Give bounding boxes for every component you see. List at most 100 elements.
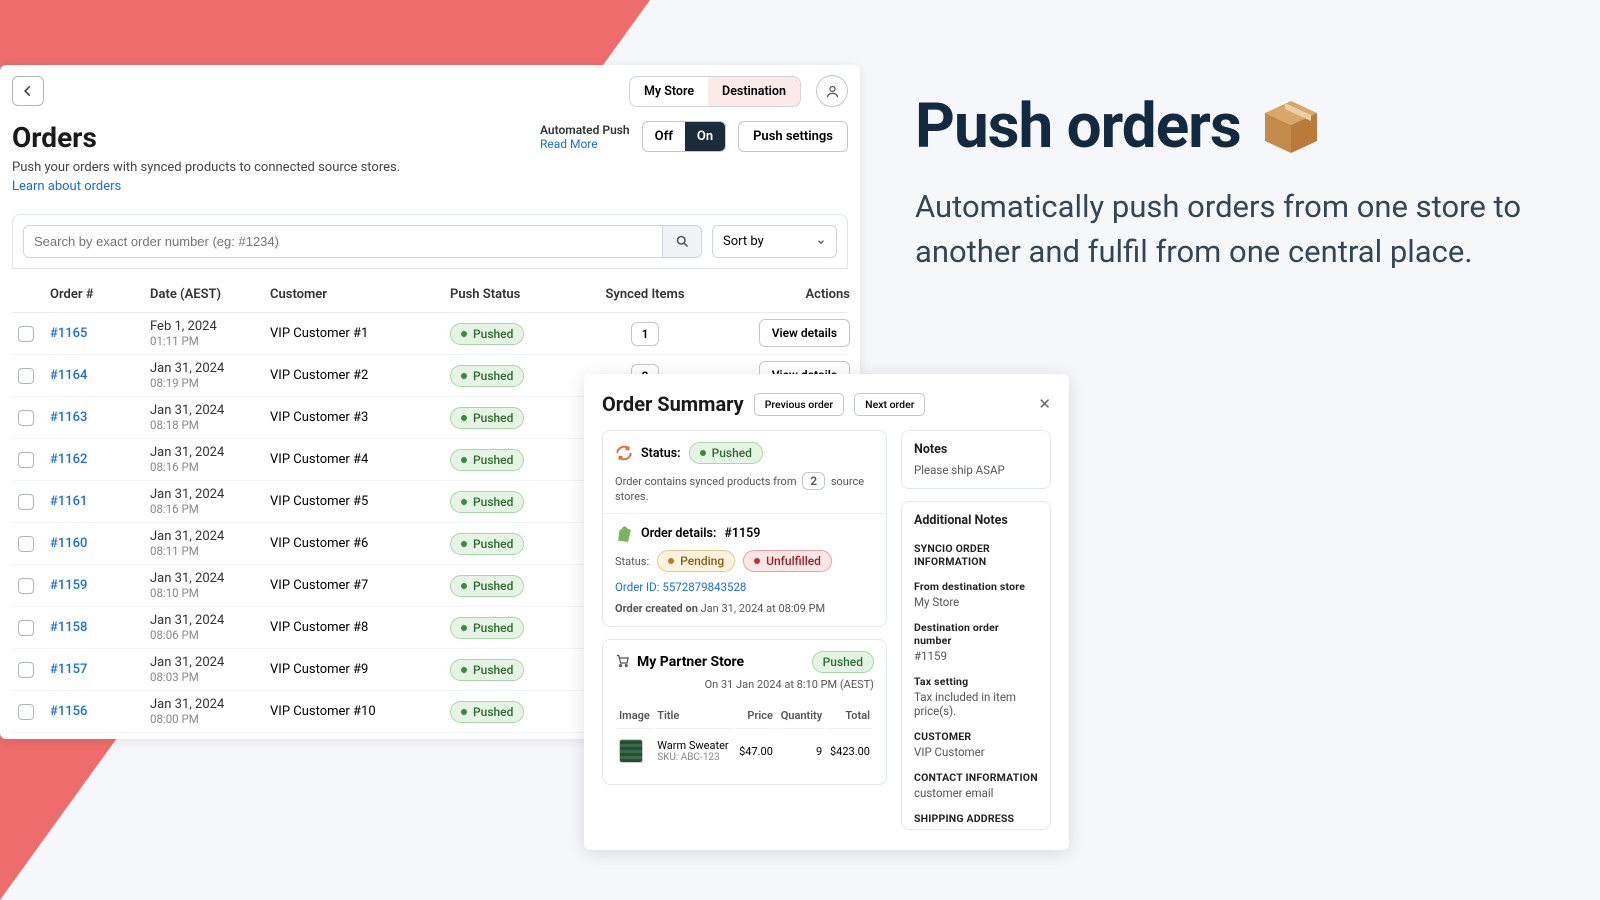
unfulfilled-badge: Unfulfilled <box>743 550 832 572</box>
row-customer: VIP Customer #2 <box>270 368 450 383</box>
order-link[interactable]: #1159 <box>50 578 87 593</box>
next-order-button[interactable]: Next order <box>854 393 925 416</box>
row-checkbox[interactable] <box>18 494 34 510</box>
partner-status-badge: Pushed <box>812 651 874 673</box>
read-more-link[interactable]: Read More <box>540 137 630 151</box>
line-item-row: Warm SweaterSKU: ABC-123 $47.00 9 $423.0… <box>617 731 872 771</box>
status-label: Status: <box>641 446 681 461</box>
chevron-down-icon <box>816 237 826 247</box>
order-link[interactable]: #1161 <box>50 494 87 509</box>
page-subtitle: Push your orders with synced products to… <box>12 160 400 175</box>
toggle-off[interactable]: Off <box>643 122 685 151</box>
table-header: Order # Date (AEST) Customer Push Status… <box>12 277 848 313</box>
row-time: 08:11 PM <box>150 544 270 558</box>
notes-text: Please ship ASAP <box>914 463 1038 477</box>
user-menu-button[interactable] <box>816 75 848 107</box>
automated-push-label: Automated Push <box>540 123 630 137</box>
th-qty: Quantity <box>777 703 824 729</box>
row-status-badge: Pushed <box>450 491 524 513</box>
order-link[interactable]: #1157 <box>50 662 87 677</box>
line-items-table: Image Title Price Quantity Total Warm Sw… <box>615 701 874 773</box>
view-details-button[interactable]: View details <box>759 319 850 347</box>
row-customer: VIP Customer #4 <box>270 452 450 467</box>
hero-section: Push orders Automatically push orders fr… <box>915 90 1550 275</box>
shipping-heading: SHIPPING ADDRESS <box>914 812 1038 825</box>
created-on: Order created on Jan 31, 2024 at 08:09 P… <box>615 602 825 615</box>
row-date: Feb 1, 2024 <box>150 319 270 334</box>
order-link[interactable]: #1160 <box>50 536 87 551</box>
status2-label: Status: <box>615 555 649 568</box>
row-customer: VIP Customer #10 <box>270 704 450 719</box>
th-customer: Customer <box>270 287 450 302</box>
search-button[interactable] <box>662 225 702 258</box>
order-link[interactable]: #1158 <box>50 620 87 635</box>
row-customer: VIP Customer #3 <box>270 410 450 425</box>
row-time: 08:19 PM <box>150 376 270 390</box>
order-link[interactable]: #1162 <box>50 452 87 467</box>
th-image: Image <box>617 703 653 729</box>
row-status-badge: Pushed <box>450 323 524 345</box>
row-checkbox[interactable] <box>18 452 34 468</box>
page-title: Orders <box>12 121 400 154</box>
row-checkbox[interactable] <box>18 536 34 552</box>
search-input[interactable] <box>23 225 662 258</box>
row-checkbox[interactable] <box>18 368 34 384</box>
syncio-heading: SYNCIO ORDER INFORMATION <box>914 542 1038 568</box>
row-time: 08:06 PM <box>150 628 270 642</box>
close-icon[interactable]: ✕ <box>1038 395 1051 413</box>
order-link[interactable]: #1165 <box>50 326 87 341</box>
contact-value: customer email <box>914 786 1038 800</box>
th-price: Price <box>736 703 775 729</box>
hero-title: Push orders <box>915 90 1550 163</box>
dest-order-value: #1159 <box>914 649 1038 663</box>
partner-date: On 31 Jan 2024 at 8:10 PM (AEST) <box>615 678 874 691</box>
order-details-label: Order details: <box>641 526 716 541</box>
row-date: Jan 31, 2024 <box>150 613 270 628</box>
page-header: Orders Push your orders with synced prod… <box>0 117 860 206</box>
row-checkbox[interactable] <box>18 704 34 720</box>
th-actions: Actions <box>710 287 850 302</box>
row-customer: VIP Customer #8 <box>270 620 450 635</box>
store-segmented-control: My Store Destination <box>629 76 801 107</box>
contact-heading: CONTACT INFORMATION <box>914 771 1038 784</box>
row-checkbox[interactable] <box>18 662 34 678</box>
row-date: Jan 31, 2024 <box>150 361 270 376</box>
row-checkbox[interactable] <box>18 326 34 342</box>
row-time: 08:16 PM <box>150 460 270 474</box>
row-checkbox[interactable] <box>18 410 34 426</box>
order-link[interactable]: #1163 <box>50 410 87 425</box>
toggle-on[interactable]: On <box>685 122 725 151</box>
row-status-badge: Pushed <box>450 575 524 597</box>
back-button[interactable] <box>12 76 44 106</box>
status-badge: Pushed <box>689 442 763 464</box>
additional-notes-heading: Additional Notes <box>914 513 1038 528</box>
order-link[interactable]: #1164 <box>50 368 87 383</box>
segment-destination[interactable]: Destination <box>708 77 800 106</box>
dest-order-heading: Destination order number <box>914 621 1038 647</box>
from-store-value: My Store <box>914 595 1038 609</box>
shopify-icon <box>615 524 633 542</box>
push-settings-button[interactable]: Push settings <box>738 121 848 152</box>
tax-heading: Tax setting <box>914 675 1038 688</box>
row-status-badge: Pushed <box>450 659 524 681</box>
customer-heading: CUSTOMER <box>914 730 1038 743</box>
segment-my-store[interactable]: My Store <box>630 77 708 106</box>
row-date: Jan 31, 2024 <box>150 571 270 586</box>
row-checkbox[interactable] <box>18 578 34 594</box>
contains-text: Order contains synced products from 2 so… <box>615 472 874 503</box>
package-icon <box>1259 95 1323 159</box>
sort-by-select[interactable]: Sort by <box>712 225 837 258</box>
row-date: Jan 31, 2024 <box>150 697 270 712</box>
table-controls: Sort by <box>0 206 860 277</box>
row-time: 08:00 PM <box>150 712 270 726</box>
order-link[interactable]: #1156 <box>50 704 87 719</box>
row-checkbox[interactable] <box>18 620 34 636</box>
th-push-status: Push Status <box>450 287 580 302</box>
row-time: 08:16 PM <box>150 502 270 516</box>
learn-about-orders-link[interactable]: Learn about orders <box>12 179 121 194</box>
previous-order-button[interactable]: Previous order <box>754 393 844 416</box>
row-status-badge: Pushed <box>450 533 524 555</box>
order-id-link[interactable]: Order ID: 5572879843528 <box>615 580 746 594</box>
partner-store-name: My Partner Store <box>637 654 744 670</box>
item-image <box>619 739 643 763</box>
